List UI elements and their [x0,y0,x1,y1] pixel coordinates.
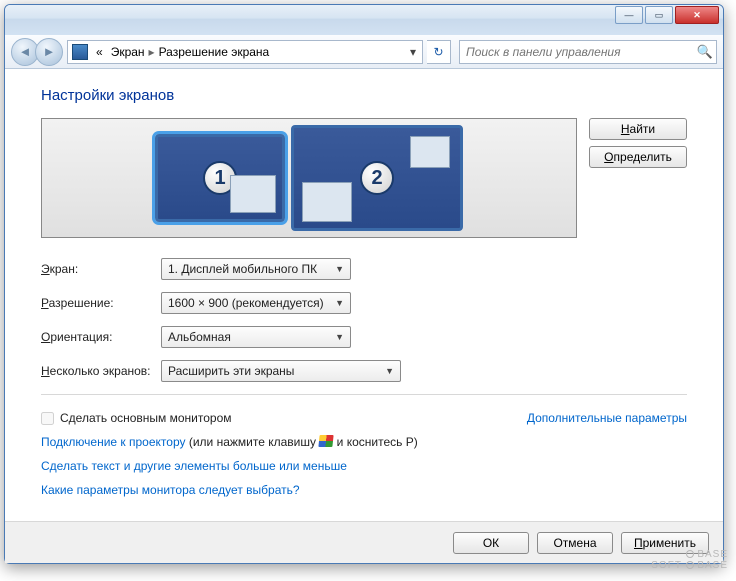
address-bar[interactable]: « Экран ▸ Разрешение экрана ▾ [67,40,423,64]
apply-button[interactable]: Применить [621,532,709,554]
cancel-button[interactable]: Отмена [537,532,613,554]
which-monitor-link[interactable]: Какие параметры монитора следует выбрать… [41,483,300,497]
display-label: Экран: [41,262,161,276]
multi-display-select-value: Расширить эти экраны [168,364,294,378]
minimize-button[interactable]: — [615,6,643,24]
multi-display-select[interactable]: Расширить эти экраны ▼ [161,360,401,382]
advanced-settings-link[interactable]: Дополнительные параметры [527,411,687,425]
find-button[interactable]: Найти [589,118,687,140]
make-primary-checkbox[interactable] [41,412,54,425]
chevron-down-icon: ▼ [377,366,394,376]
monitor-2[interactable]: 2 [291,125,463,231]
breadcrumb-prefix[interactable]: « [92,45,107,59]
nav-forward-button[interactable]: ► [35,38,63,66]
breadcrumb-resolution[interactable]: Разрешение экрана [155,45,274,59]
display-arrangement[interactable]: 1 2 [41,118,577,238]
control-panel-icon [72,44,88,60]
monitor-1[interactable]: 1 [155,134,285,222]
resolution-select[interactable]: 1600 × 900 (рекомендуется) ▼ [161,292,351,314]
make-primary-label: Сделать основным монитором [60,411,232,425]
search-box[interactable]: 🔍 [459,40,717,64]
resolution-select-value: 1600 × 900 (рекомендуется) [168,296,324,310]
window: — ▭ ✕ ◄ ► « Экран ▸ Разрешение экрана ▾ … [4,4,724,564]
window-thumb-icon [410,136,450,168]
dialog-footer: ОК Отмена Применить [5,521,723,563]
projector-hint-tail: и коснитесь P) [333,435,417,449]
chevron-down-icon: ▼ [327,332,344,342]
maximize-button[interactable]: ▭ [645,6,673,24]
multi-display-label: Несколько экранов: [41,364,161,378]
breadcrumb-screen[interactable]: Экран [107,45,149,59]
page-title: Настройки экранов [41,87,687,104]
refresh-button[interactable]: ↻ [427,40,451,64]
navbar: ◄ ► « Экран ▸ Разрешение экрана ▾ ↻ 🔍 [5,35,723,69]
window-thumb-icon [230,175,276,213]
titlebar: — ▭ ✕ [5,5,723,35]
search-input[interactable] [460,45,694,59]
chevron-down-icon: ▼ [327,298,344,308]
projector-link[interactable]: Подключение к проектору [41,435,186,449]
ok-button[interactable]: ОК [453,532,529,554]
windows-key-icon [319,435,333,447]
separator [41,394,687,395]
resolution-label: Разрешение: [41,296,161,310]
content-area: Настройки экранов 1 2 Найти Определить Э… [5,69,723,521]
refresh-icon: ↻ [433,45,443,59]
display-select[interactable]: 1. Дисплей мобильного ПК ▼ [161,258,351,280]
orientation-label: Ориентация: [41,330,161,344]
chevron-down-icon: ▼ [327,264,344,274]
monitor-2-number: 2 [360,161,394,195]
detect-button[interactable]: Определить [589,146,687,168]
close-button[interactable]: ✕ [675,6,719,24]
projector-hint: (или нажмите клавишу [186,435,320,449]
orientation-select-value: Альбомная [168,330,231,344]
orientation-select[interactable]: Альбомная ▼ [161,326,351,348]
window-thumb-icon [302,182,352,222]
address-dropdown-icon[interactable]: ▾ [404,45,422,59]
text-size-link[interactable]: Сделать текст и другие элементы больше и… [41,459,347,473]
display-select-value: 1. Дисплей мобильного ПК [168,262,317,276]
search-icon[interactable]: 🔍 [694,44,716,60]
